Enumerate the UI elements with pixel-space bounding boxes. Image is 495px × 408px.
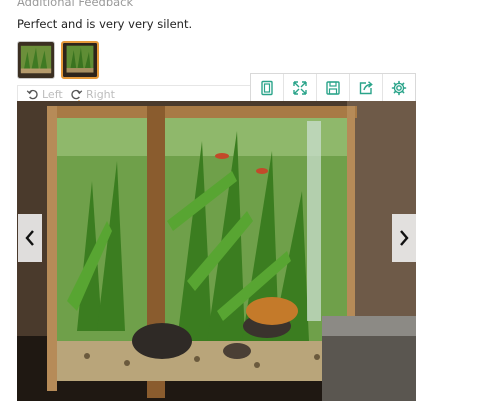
aquarium-photo xyxy=(17,101,416,401)
rotate-left-button[interactable]: Left xyxy=(26,86,63,102)
thumbnail-photo-2[interactable] xyxy=(61,41,99,79)
settings-icon xyxy=(391,80,407,95)
next-image-button[interactable] xyxy=(392,214,416,262)
chevron-right-icon xyxy=(400,230,409,246)
chevron-left-icon xyxy=(25,230,34,246)
fullscreen-icon xyxy=(293,80,307,95)
rotate-controls: Left Right xyxy=(17,85,251,101)
settings-button[interactable] xyxy=(383,74,415,101)
share-button[interactable] xyxy=(350,74,383,101)
viewer-toolbar xyxy=(250,73,416,102)
rotate-left-label: Left xyxy=(42,87,63,101)
rotate-right-icon xyxy=(71,89,83,99)
additional-feedback-label: Additional Feedback xyxy=(17,0,134,9)
fit-page-icon xyxy=(261,80,273,95)
rotate-left-icon xyxy=(26,89,38,99)
save-icon xyxy=(326,80,340,95)
share-icon xyxy=(359,80,373,94)
save-button[interactable] xyxy=(317,74,350,101)
rotate-right-label: Right xyxy=(86,87,115,101)
feedback-text: Perfect and is very very silent. xyxy=(17,17,193,31)
fit-page-button[interactable] xyxy=(251,74,284,101)
previous-image-button[interactable] xyxy=(18,214,42,262)
fullscreen-button[interactable] xyxy=(284,74,317,101)
thumbnail-photo-1[interactable] xyxy=(17,41,55,79)
image-viewer xyxy=(17,101,416,401)
